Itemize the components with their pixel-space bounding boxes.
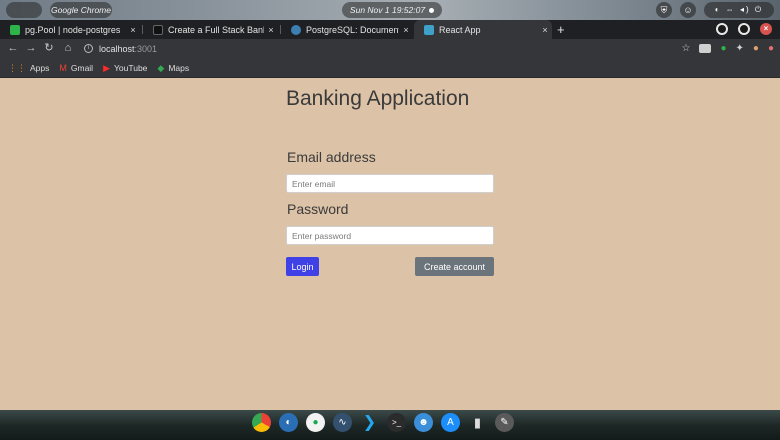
extensions-area: ☆ ● ✦ ● ● [682, 41, 775, 56]
tab-title: React App [439, 24, 481, 35]
url-port: :3001 [134, 43, 158, 54]
status-tray: ⛨ ☺ ◐ ⇔ ◂) ⏻ [656, 2, 774, 18]
browser-toolbar: ← → ↻ ⌂ i localhost:3001 ☆ ● ✦ ● ● [0, 39, 780, 58]
login-button[interactable]: Login [286, 257, 319, 276]
password-field[interactable] [286, 226, 494, 245]
mongodb-compass-icon[interactable]: ● [306, 413, 325, 432]
postgresql-favicon-icon [291, 24, 301, 35]
address-bar[interactable]: i localhost:3001 [84, 41, 157, 56]
tab-close-icon[interactable]: × [538, 25, 552, 35]
bookmark-label: Apps [30, 62, 50, 73]
extensions-puzzle-icon[interactable]: ✦ [736, 41, 744, 56]
os-menu-bar: Google Chrome Sun Nov 1 19:52:07 ⛨ ☺ ◐ ⇔… [0, 0, 780, 20]
forward-arrow-icon[interactable]: → [24, 39, 38, 58]
tab-full-stack-banking[interactable]: Create a Full Stack Banking × [143, 20, 278, 39]
reload-icon[interactable]: ↻ [42, 39, 56, 58]
dock: ◐ ● ∿ ❯ >_ ☻ A ▮ ✎ [248, 413, 538, 437]
extension-icon[interactable] [699, 44, 712, 53]
bookmarks-bar: ⋮⋮ Apps M Gmail ▶ YouTube ◆ Maps [0, 58, 780, 78]
clock-text: Sun Nov 1 19:52:07 [349, 5, 426, 15]
url-host: localhost [99, 43, 135, 54]
shield-icon[interactable]: ⛨ [656, 2, 672, 18]
bookmark-label: Maps [168, 62, 190, 73]
accessibility-icon[interactable]: ☺ [680, 2, 696, 18]
vscode-icon[interactable]: ❯ [360, 413, 379, 432]
site-info-icon[interactable]: i [84, 44, 93, 53]
tab-node-postgres[interactable]: pg.Pool | node-postgres × [0, 20, 140, 39]
page-viewport: Banking Application Email address Passwo… [0, 79, 780, 410]
email-label: Email address [287, 149, 376, 165]
tab-close-icon[interactable]: × [399, 25, 413, 35]
bookmark-star-icon[interactable]: ☆ [682, 41, 691, 56]
email-field[interactable] [286, 174, 494, 193]
status-dot-icon [429, 8, 435, 14]
active-app-name[interactable]: Google Chrome [50, 2, 112, 18]
bookmark-gmail[interactable]: M Gmail [59, 63, 93, 73]
terminal-icon[interactable]: >_ [387, 413, 406, 432]
new-tab-button[interactable]: + [557, 20, 565, 39]
page-title: Banking Application [286, 87, 470, 110]
password-label: Password [287, 201, 349, 217]
tab-close-icon[interactable]: × [126, 25, 140, 35]
tab-postgresql-docs[interactable]: PostgreSQL: Documentati × [281, 20, 413, 39]
app-store-icon[interactable]: A [441, 413, 460, 432]
browser-tab-strip: pg.Pool | node-postgres × Create a Full … [0, 20, 780, 39]
bookmark-label: Gmail [70, 62, 94, 73]
maps-icon: ◆ [157, 62, 165, 73]
chrome-icon[interactable] [252, 413, 271, 432]
profile-avatar-icon[interactable]: ● [753, 41, 759, 56]
gmail-icon: M [59, 62, 67, 73]
url-text[interactable]: localhost:3001 [99, 44, 157, 54]
finder-icon[interactable]: ☻ [414, 413, 433, 432]
medium-favicon-icon [153, 24, 163, 35]
dbeaver-icon[interactable]: ◐ [279, 413, 298, 432]
apple-menu-icon[interactable] [6, 2, 42, 18]
tab-title: Create a Full Stack Banking [168, 24, 264, 35]
home-icon[interactable]: ⌂ [61, 39, 75, 58]
bookmark-maps[interactable]: ◆ Maps [157, 63, 189, 73]
node-postgres-favicon-icon [10, 24, 20, 35]
chrome-menu-icon[interactable]: ● [768, 41, 774, 56]
bookmark-apps[interactable]: ⋮⋮ Apps [8, 63, 49, 73]
system-controls-icon[interactable]: ◐ ⇔ ◂) ⏻ [704, 2, 774, 18]
react-favicon-icon [424, 24, 434, 35]
window-controls: × [716, 23, 772, 35]
create-account-button[interactable]: Create account [415, 257, 494, 276]
tab-react-app[interactable]: React App × [414, 20, 552, 39]
dock-background: ◐ ● ∿ ❯ >_ ☻ A ▮ ✎ [0, 410, 780, 440]
tab-close-icon[interactable]: × [264, 25, 278, 35]
minimize-icon[interactable] [716, 23, 728, 35]
bookmark-youtube[interactable]: ▶ YouTube [103, 63, 147, 73]
youtube-icon: ▶ [103, 62, 110, 73]
trash-icon[interactable]: ▮ [468, 413, 487, 432]
system-settings-icon[interactable]: ✎ [495, 413, 514, 432]
tab-title: pg.Pool | node-postgres [25, 24, 121, 35]
apps-grid-icon: ⋮⋮ [8, 62, 26, 73]
pgadmin-icon[interactable]: ∿ [333, 413, 352, 432]
maximize-icon[interactable] [738, 23, 750, 35]
tab-title: PostgreSQL: Documentati [306, 24, 399, 35]
close-window-icon[interactable]: × [760, 23, 772, 35]
back-arrow-icon[interactable]: ← [6, 39, 20, 58]
grammarly-icon[interactable]: ● [720, 41, 726, 56]
system-clock[interactable]: Sun Nov 1 19:52:07 [342, 2, 442, 18]
bookmark-label: YouTube [114, 62, 148, 73]
